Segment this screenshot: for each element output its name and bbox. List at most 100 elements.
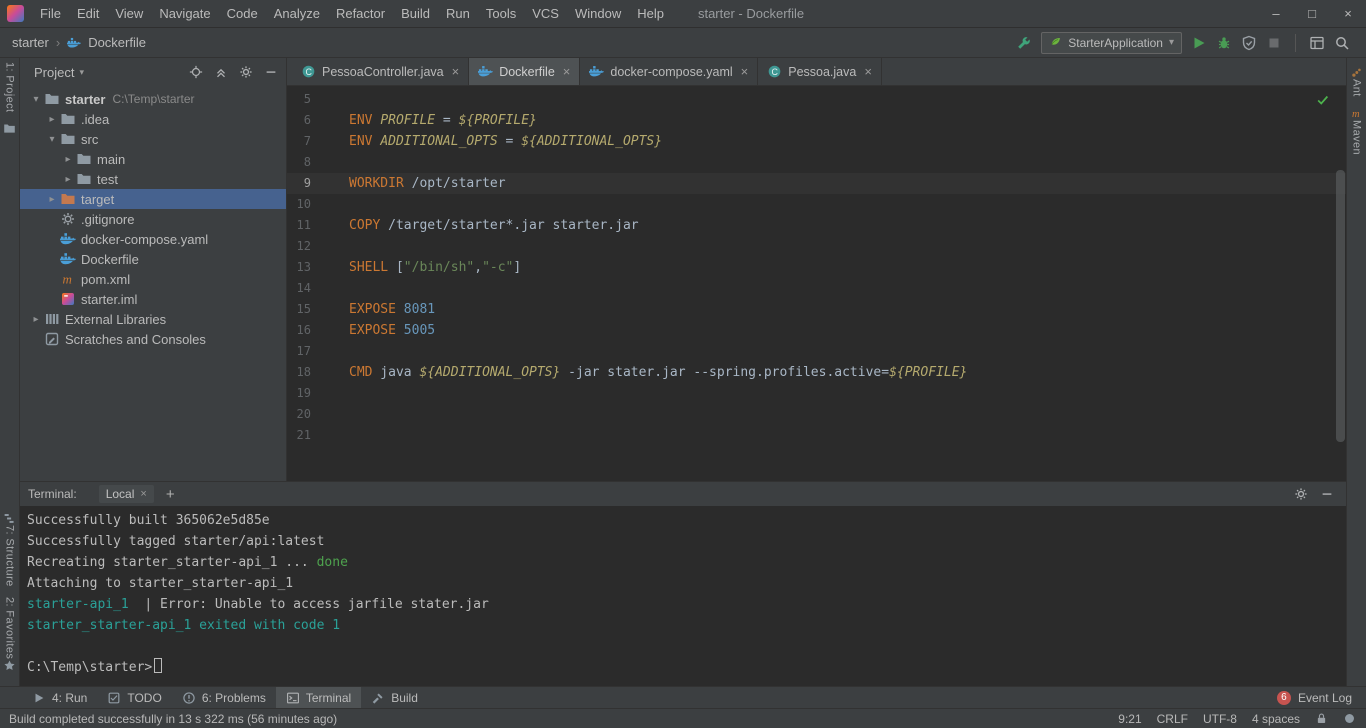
editor-line-7[interactable]: 7ENV ADDITIONAL_OPTS = ${ADDITIONAL_OPTS… [287,131,1346,152]
tree-item-main[interactable]: ▸main [20,149,286,169]
debug-button[interactable] [1216,35,1232,51]
menu-code[interactable]: Code [219,0,266,27]
menu-tools[interactable]: Tools [478,0,524,27]
ant-toolwindow-icon[interactable] [1350,66,1363,79]
hide-panel-icon[interactable] [264,65,278,79]
inspections-ok-icon[interactable] [1316,93,1330,107]
toolwindow-4-run[interactable]: 4: Run [22,687,97,708]
editor-line-10[interactable]: 10 [287,194,1346,215]
editor-scrollbar[interactable] [1336,170,1345,442]
run-configuration-select[interactable]: StarterApplication ▾ [1041,32,1182,54]
menu-build[interactable]: Build [393,0,438,27]
breadcrumb-file[interactable]: Dockerfile [88,35,146,50]
editor-line-21[interactable]: 21 [287,425,1346,446]
menu-refactor[interactable]: Refactor [328,0,393,27]
tree-item-gitignore[interactable]: .gitignore [20,209,286,229]
tree-item-pom-xml[interactable]: mpom.xml [20,269,286,289]
editor-line-13[interactable]: 13SHELL ["/bin/sh","-c"] [287,257,1346,278]
stop-button[interactable] [1266,35,1282,51]
tab-close-icon[interactable]: × [140,488,146,500]
tree-item-starter[interactable]: ▾starterC:\Temp\starter [20,89,286,109]
editor-line-6[interactable]: 6ENV PROFILE = ${PROFILE} [287,110,1346,131]
new-terminal-icon[interactable]: + [166,486,175,503]
encoding-select[interactable]: UTF-8 [1203,712,1237,726]
editor-line-20[interactable]: 20 [287,404,1346,425]
run-button[interactable] [1191,35,1207,51]
toolwindow-todo[interactable]: TODO [97,687,171,708]
tree-collapsed-arrow-icon[interactable]: ▸ [28,314,44,325]
stripe-structure-button[interactable]: 7: Structure [4,525,16,587]
editor-line-12[interactable]: 12 [287,236,1346,257]
tree-item-src[interactable]: ▾src [20,129,286,149]
indent-select[interactable]: 4 spaces [1252,712,1300,726]
editor-line-8[interactable]: 8 [287,152,1346,173]
stripe-ant-button[interactable]: Ant [1351,79,1363,97]
tab-close-icon[interactable]: × [741,64,749,79]
menu-file[interactable]: File [32,0,69,27]
tree-item-docker-compose-yaml[interactable]: docker-compose.yaml [20,229,286,249]
close-icon[interactable]: × [1330,0,1366,27]
editor-line-14[interactable]: 14 [287,278,1346,299]
favorites-star-icon[interactable] [3,659,16,672]
menu-view[interactable]: View [107,0,151,27]
tree-collapsed-arrow-icon[interactable]: ▸ [60,154,76,165]
locate-file-icon[interactable] [189,65,203,79]
gear-icon[interactable] [1294,487,1308,501]
maximize-icon[interactable]: □ [1294,0,1330,27]
tool-windows-icon[interactable] [1309,35,1325,51]
tree-item-idea[interactable]: ▸.idea [20,109,286,129]
event-log-button[interactable]: 6 Event Log [1277,687,1366,708]
lock-icon[interactable] [1315,712,1328,725]
menu-help[interactable]: Help [629,0,672,27]
caret-position[interactable]: 9:21 [1118,712,1141,726]
menu-window[interactable]: Window [567,0,629,27]
menu-navigate[interactable]: Navigate [151,0,218,27]
highlighting-level-icon[interactable] [1343,712,1356,725]
coverage-button[interactable] [1241,35,1257,51]
tab-close-icon[interactable]: × [452,64,460,79]
editor-line-19[interactable]: 19 [287,383,1346,404]
stripe-project-button[interactable]: 1: Project [4,62,16,112]
editor-line-18[interactable]: 18CMD java ${ADDITIONAL_OPTS} -jar state… [287,362,1346,383]
project-panel-title[interactable]: Project [34,65,74,80]
toolwindow-build[interactable]: Build [361,687,428,708]
tree-collapsed-arrow-icon[interactable]: ▸ [60,174,76,185]
terminal-tab-local[interactable]: Local × [99,485,154,503]
toolwindow-6-problems[interactable]: 6: Problems [172,687,276,708]
stripe-favorites-button[interactable]: 2: Favorites [4,597,16,659]
project-toolwindow-icon[interactable] [3,122,16,135]
editor-line-9[interactable]: 9WORKDIR /opt/starter [287,173,1346,194]
menu-vcs[interactable]: VCS [524,0,567,27]
stripe-maven-button[interactable]: Maven [1351,120,1363,155]
hide-panel-icon[interactable] [1320,487,1334,501]
tab-close-icon[interactable]: × [864,64,872,79]
tree-item-target[interactable]: ▸target [20,189,286,209]
tree-collapsed-arrow-icon[interactable]: ▸ [44,194,60,205]
editor-line-15[interactable]: 15EXPOSE 8081 [287,299,1346,320]
menu-run[interactable]: Run [438,0,478,27]
line-ending-select[interactable]: CRLF [1157,712,1188,726]
tab-pessoacontroller-java[interactable]: CPessoaController.java× [292,58,469,85]
editor-line-11[interactable]: 11COPY /target/starter*.jar starter.jar [287,215,1346,236]
tree-item-test[interactable]: ▸test [20,169,286,189]
tab-docker-compose-yaml[interactable]: docker-compose.yaml× [580,58,758,85]
terminal-output[interactable]: Successfully built 365062e5d85eSuccessfu… [20,506,1346,686]
tab-pessoa-java[interactable]: CPessoa.java× [758,58,882,85]
tree-item-external-libraries[interactable]: ▸External Libraries [20,309,286,329]
gear-icon[interactable] [239,65,253,79]
tab-dockerfile[interactable]: Dockerfile× [469,58,580,85]
menu-edit[interactable]: Edit [69,0,107,27]
editor-line-5[interactable]: 5 [287,89,1346,110]
maven-toolwindow-icon[interactable]: m [1350,107,1363,120]
tree-collapsed-arrow-icon[interactable]: ▸ [44,114,60,125]
toolwindow-terminal[interactable]: Terminal [276,687,361,708]
tree-item-dockerfile[interactable]: Dockerfile [20,249,286,269]
tree-expanded-arrow-icon[interactable]: ▾ [28,94,44,105]
tree-item-scratches-and-consoles[interactable]: Scratches and Consoles [20,329,286,349]
editor-line-16[interactable]: 16EXPOSE 5005 [287,320,1346,341]
tree-item-starter-iml[interactable]: starter.iml [20,289,286,309]
build-wrench-icon[interactable] [1016,35,1032,51]
search-everywhere-icon[interactable] [1334,35,1350,51]
structure-toolwindow-icon[interactable] [3,512,16,525]
minimize-icon[interactable]: – [1258,0,1294,27]
